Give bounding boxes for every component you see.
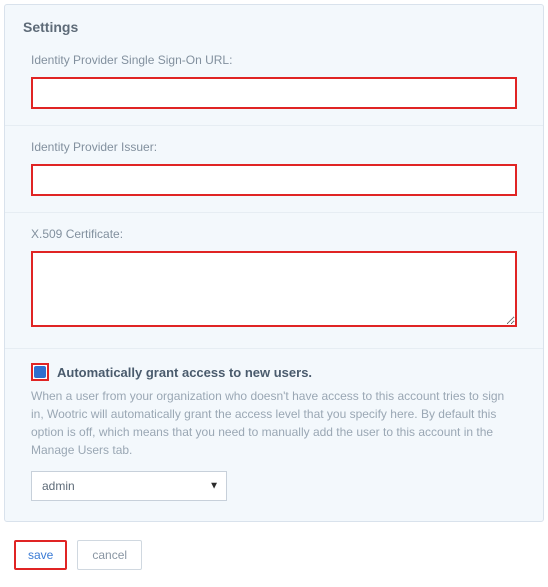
- auto-grant-section: Automatically grant access to new users.…: [5, 363, 543, 501]
- certificate-section: X.509 Certificate:: [5, 227, 543, 349]
- auto-grant-checkbox[interactable]: [31, 363, 49, 381]
- settings-panel: Settings Identity Provider Single Sign-O…: [4, 4, 544, 522]
- auto-grant-help-text: When a user from your organization who d…: [31, 387, 517, 459]
- issuer-label: Identity Provider Issuer:: [31, 140, 517, 154]
- save-button[interactable]: save: [14, 540, 67, 570]
- role-select-wrap: admin ▼: [31, 471, 227, 501]
- certificate-textarea[interactable]: [31, 251, 517, 327]
- issuer-section: Identity Provider Issuer:: [5, 140, 543, 213]
- certificate-label: X.509 Certificate:: [31, 227, 517, 241]
- panel-title: Settings: [5, 5, 543, 53]
- button-row: save cancel: [0, 522, 548, 580]
- auto-grant-label: Automatically grant access to new users.: [57, 365, 312, 380]
- issuer-input[interactable]: [31, 164, 517, 196]
- checkbox-checked-icon: [34, 366, 46, 378]
- cancel-button[interactable]: cancel: [77, 540, 142, 570]
- role-select[interactable]: admin: [31, 471, 227, 501]
- sso-url-section: Identity Provider Single Sign-On URL:: [5, 53, 543, 126]
- sso-url-label: Identity Provider Single Sign-On URL:: [31, 53, 517, 67]
- sso-url-input[interactable]: [31, 77, 517, 109]
- auto-grant-checkbox-row: Automatically grant access to new users.: [31, 363, 517, 381]
